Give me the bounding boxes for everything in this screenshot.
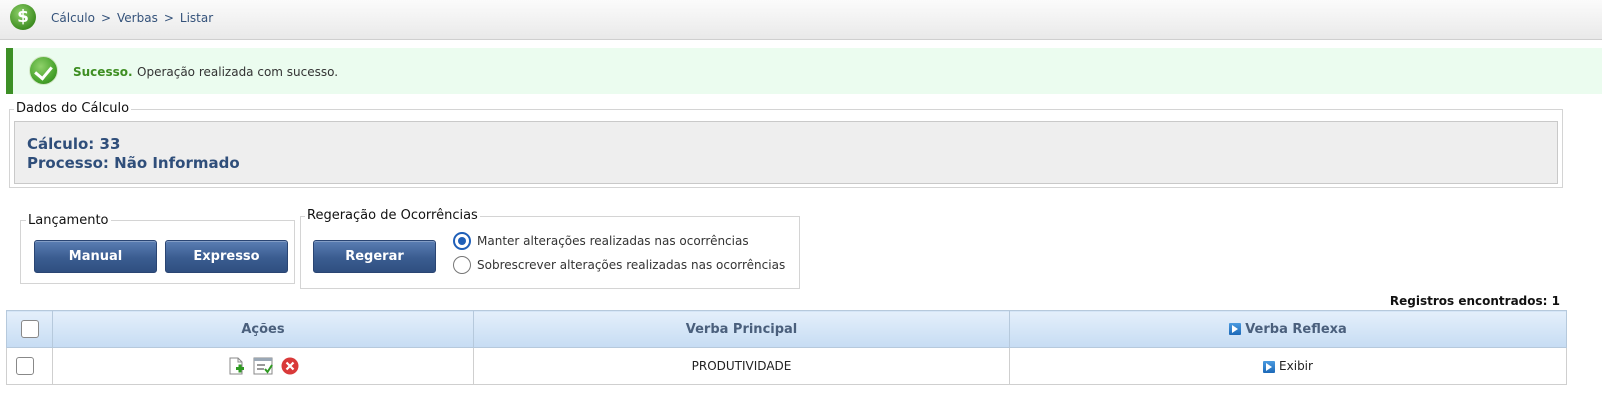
verbas-table: Ações Verba Principal Verba Reflexa PROD… [6, 310, 1567, 385]
table-header-row: Ações Verba Principal Verba Reflexa [6, 310, 1567, 348]
select-all-checkbox[interactable] [20, 320, 39, 338]
row-actions [52, 347, 474, 385]
regeracao-legend: Regeração de Ocorrências [305, 208, 480, 223]
breadcrumb-item-calculo[interactable]: Cálculo [51, 11, 95, 25]
dados-legend: Dados do Cálculo [14, 101, 132, 116]
exibir-arrow-icon[interactable] [1263, 360, 1276, 373]
manual-button[interactable]: Manual [34, 240, 157, 273]
top-bar: $ Cálculo > Verbas > Listar [0, 0, 1602, 40]
verba-principal-cell: PRODUTIVIDADE [473, 347, 1010, 385]
radio-manter-label[interactable]: Manter alterações realizadas nas ocorrên… [477, 234, 749, 248]
edit-list-icon[interactable] [253, 357, 273, 375]
radio-sobrescrever-label[interactable]: Sobrescrever alterações realizadas nas o… [477, 258, 785, 272]
check-circle-icon [29, 56, 58, 85]
lancamento-legend: Lançamento [26, 213, 111, 228]
processo-info: Processo: Não Informado [27, 154, 240, 172]
radio-sobrescrever-input[interactable] [453, 256, 471, 274]
success-alert: Sucesso. Operação realizada com sucesso. [6, 48, 1602, 94]
row-checkbox[interactable] [16, 357, 34, 375]
lancamento-fieldset: Lançamento Manual Expresso [20, 213, 295, 284]
breadcrumb-item-listar: Listar [179, 11, 214, 25]
add-document-icon[interactable] [227, 357, 245, 375]
regeracao-fieldset: Regeração de Ocorrências Regerar Manter … [300, 208, 800, 289]
regerar-button[interactable]: Regerar [313, 240, 436, 273]
acoes-header: Ações [52, 310, 474, 348]
dollar-logo-icon: $ [10, 4, 36, 30]
records-count: Registros encontrados: 1 [1389, 294, 1560, 308]
verba-reflexa-cell[interactable]: Exibir [1009, 347, 1567, 385]
expresso-button[interactable]: Expresso [165, 240, 288, 273]
dados-calculo-fieldset: Dados do Cálculo Cálculo: 33 Processo: N… [9, 101, 1563, 188]
calculo-number: Cálculo: 33 [27, 135, 121, 153]
dados-panel: Cálculo: 33 Processo: Não Informado [14, 121, 1558, 184]
breadcrumb-separator: > [163, 11, 174, 25]
alert-title: Sucesso. [73, 65, 133, 79]
expand-arrow-icon[interactable] [1229, 323, 1242, 335]
delete-icon[interactable] [281, 357, 299, 375]
verba-principal-header[interactable]: Verba Principal [473, 310, 1010, 348]
breadcrumb-separator: > [100, 11, 112, 25]
table-row: PRODUTIVIDADE Exibir [6, 347, 1567, 385]
verba-reflexa-header[interactable]: Verba Reflexa [1009, 310, 1567, 348]
row-select-cell [6, 347, 53, 385]
radio-manter-input[interactable] [453, 232, 471, 250]
alert-message: Operação realizada com sucesso. [137, 65, 339, 79]
breadcrumb-item-verbas[interactable]: Verbas [117, 11, 158, 25]
breadcrumb: Cálculo > Verbas > Listar [51, 11, 213, 25]
verba-reflexa-header-label: Verba Reflexa [1245, 321, 1347, 337]
select-all-header [6, 310, 53, 348]
exibir-link[interactable]: Exibir [1279, 359, 1313, 373]
